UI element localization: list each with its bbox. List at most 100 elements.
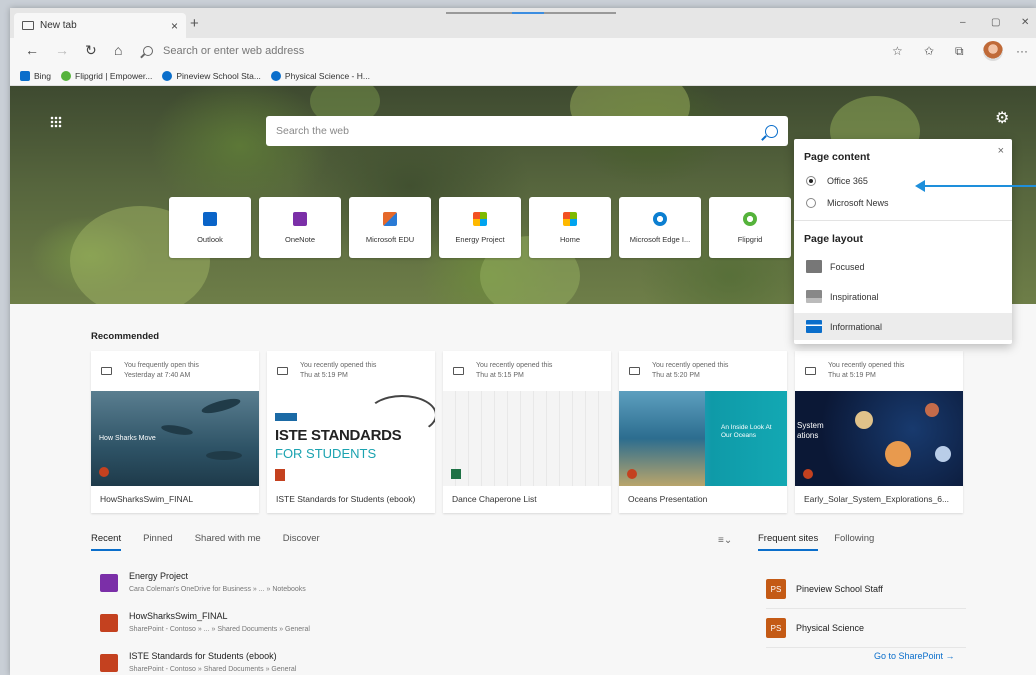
focused-layout-icon [806,260,822,273]
tab-frequent-sites[interactable]: Frequent sites [758,533,819,551]
favorite-label: Physical Science - H... [284,70,370,81]
profile-avatar[interactable] [983,41,1003,61]
card-title: Oceans Presentation [628,494,708,504]
forward-arrow-icon[interactable]: → [55,42,69,58]
quick-link-label: Microsoft Edge I... [629,234,691,244]
recommended-card[interactable]: You recently opened this Thu at 5:15 PM … [443,351,611,513]
card-reason: You recently opened this [300,362,377,369]
file-name: ISTE Standards for Students (ebook) [129,651,277,661]
favorite-star-icon[interactable]: ☆ [892,44,903,58]
option-office-365[interactable]: Office 365 [806,176,868,186]
favorite-bing[interactable]: Bing [20,70,52,81]
option-microsoft-news[interactable]: Microsoft News [806,198,889,208]
quick-link-onenote[interactable]: OneNote [259,197,341,258]
browser-tab[interactable]: New tab × [14,13,186,38]
file-path: Cara Coleman's OneDrive for Business » .… [129,586,306,593]
bing-icon [20,70,30,81]
inspirational-layout-icon [806,290,822,303]
tab-close-icon[interactable]: × [171,19,178,33]
tab-discover[interactable]: Discover [283,533,320,551]
arrow-pointer-line [922,185,1036,187]
divider [794,220,1012,221]
thumbnail-text: An Inside Look At Our Oceans [721,424,772,439]
card-thumbnail: System ations [795,391,963,486]
site-badge: PS [766,618,786,638]
card-thumbnail: ISTE STANDARDS FOR STUDENTS [267,391,435,486]
favorites-bar: Bing Flipgrid | Empower... Pineview Scho… [10,66,1036,86]
favorite-label: Bing [34,70,52,81]
web-search-input[interactable]: Search the web [266,116,788,146]
go-to-sharepoint-link[interactable]: Go to SharePoint → [874,651,955,661]
folder-icon [805,367,816,375]
tab-bar: New tab × + – ▢ ✕ [10,8,1036,38]
card-thumbnail: An Inside Look At Our Oceans [619,391,787,486]
list-item[interactable]: HowSharksSwim_FINAL SharePoint - Contoso… [100,608,500,648]
minimize-button[interactable]: – [960,17,966,28]
quick-link-microsoft-edu[interactable]: Microsoft EDU [349,197,431,258]
option-label: Microsoft News [827,198,889,208]
list-item[interactable]: ISTE Standards for Students (ebook) Shar… [100,648,500,675]
tab-pinned[interactable]: Pinned [143,533,173,551]
address-bar[interactable]: Search or enter web address [143,40,903,62]
search-icon[interactable] [765,124,778,138]
site-item[interactable]: PS Physical Science [766,609,966,648]
list-item[interactable]: Energy Project Cara Coleman's OneDrive f… [100,568,500,608]
tab-shared-with-me[interactable]: Shared with me [195,533,261,551]
app-launcher-icon[interactable] [50,116,62,128]
close-window-button[interactable]: ✕ [1021,17,1029,28]
card-time: Thu at 5:20 PM [652,372,700,379]
tab-recent[interactable]: Recent [91,533,122,551]
more-options-icon[interactable]: ··· [1016,44,1028,58]
favorites-list-icon[interactable]: ✩ [924,44,934,58]
quick-links: Outlook OneNote Microsoft EDU Energy Pro… [169,197,799,258]
pdf-icon [275,469,285,481]
quick-link-energy-project[interactable]: Energy Project [439,197,521,258]
favorite-pineview[interactable]: Pineview School Sta... [162,70,261,81]
site-item[interactable]: PS Pineview School Staff [766,570,966,609]
new-tab-button[interactable]: + [190,15,199,32]
favorite-physical-science[interactable]: Physical Science - H... [270,70,370,81]
page-settings-panel: × Page content Office 365 Microsoft News… [794,139,1012,344]
quick-link-flipgrid[interactable]: Flipgrid [709,197,791,258]
favorite-flipgrid[interactable]: Flipgrid | Empower... [61,70,152,81]
maximize-button[interactable]: ▢ [991,17,1000,28]
gear-icon[interactable]: ⚙ [995,108,1009,128]
home-icon[interactable]: ⌂ [114,42,122,58]
layout-focused[interactable]: Focused [794,253,1012,280]
frequent-sites-list: PS Pineview School Staff PS Physical Sci… [766,570,966,648]
card-title: Dance Chaperone List [452,494,537,504]
back-arrow-icon[interactable]: ← [25,42,39,58]
recommended-card[interactable]: You recently opened this Thu at 5:20 PM … [619,351,787,513]
quick-link-edge[interactable]: Microsoft Edge I... [619,197,701,258]
windows-logo-icon [473,211,487,226]
page-layout-heading: Page layout [804,233,863,245]
option-label: Focused [830,261,865,272]
sharepoint-icon [162,70,173,81]
edge-icon [653,211,667,226]
powerpoint-icon [803,469,813,479]
recommended-card[interactable]: You frequently open this Yesterday at 7:… [91,351,259,513]
close-icon[interactable]: × [998,145,1004,157]
folder-icon [629,367,640,375]
folder-icon [453,367,464,375]
thumbnail-text: ISTE STANDARDS [275,427,402,444]
card-time: Thu at 5:15 PM [476,372,524,379]
tab-following[interactable]: Following [834,533,874,551]
quick-link-home[interactable]: Home [529,197,611,258]
pdf-icon [100,654,118,672]
powerpoint-icon [100,614,118,632]
microsoft-edu-icon [383,211,397,226]
sort-filter-icon[interactable]: ≡⌄ [718,535,732,546]
layout-informational[interactable]: Informational [794,313,1012,340]
card-title: ISTE Standards for Students (ebook) [276,494,416,504]
recommended-card[interactable]: You recently opened this Thu at 5:19 PM … [795,351,963,513]
layout-inspirational[interactable]: Inspirational [794,283,1012,310]
quick-link-outlook[interactable]: Outlook [169,197,251,258]
card-time: Thu at 5:19 PM [828,372,876,379]
tab-page-icon [22,21,34,30]
refresh-icon[interactable]: ↻ [85,42,97,59]
recommended-card[interactable]: You recently opened this Thu at 5:19 PM … [267,351,435,513]
collections-icon[interactable]: ⧉ [955,44,964,59]
quick-link-label: Outlook [197,234,223,244]
informational-layout-icon [806,320,822,333]
